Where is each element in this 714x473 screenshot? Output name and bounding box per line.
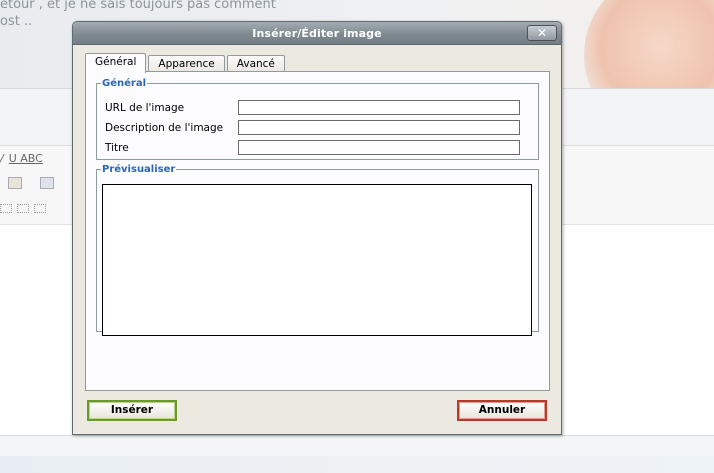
image-url-row: URL de l'image — [105, 100, 520, 115]
cancel-button[interactable]: Annuler — [457, 400, 547, 421]
preview-legend: Prévisualiser — [102, 164, 176, 175]
image-url-input[interactable] — [238, 100, 520, 115]
table-row-icon[interactable] — [0, 204, 12, 213]
close-icon: ✕ — [536, 26, 548, 40]
tab-general[interactable]: Général — [85, 53, 147, 73]
page-text-line: ost .. — [0, 14, 33, 29]
tab-panel-general: Général URL de l'image Description de l'… — [85, 71, 550, 391]
find-icon[interactable] — [40, 177, 54, 189]
preview-fieldset: Prévisualiser — [96, 164, 539, 336]
dialog-titlebar[interactable]: Insérer/Éditer image ✕ — [73, 22, 561, 45]
page-footer-background — [0, 435, 714, 473]
toolbar-italic-icon[interactable]: / — [0, 152, 4, 165]
insert-image-dialog: Insérer/Éditer image ✕ Général Apparence… — [72, 21, 562, 435]
table-merge-icon[interactable] — [34, 204, 46, 213]
dialog-tabs: Général Apparence Avancé — [85, 53, 285, 73]
table-col-icon[interactable] — [17, 204, 29, 213]
image-preview-area — [102, 184, 532, 336]
general-fieldset: Général URL de l'image Description de l'… — [96, 78, 539, 160]
paste-icon[interactable] — [8, 177, 22, 189]
image-description-label: Description de l'image — [105, 121, 224, 134]
image-title-row: Titre — [105, 140, 520, 155]
page-text-line: etour , et je ne sais toujours pas comme… — [0, 0, 276, 12]
image-url-label: URL de l'image — [105, 101, 185, 114]
insert-button[interactable]: Insérer — [87, 400, 177, 421]
dialog-title: Insérer/Éditer image — [252, 27, 382, 40]
image-title-input[interactable] — [238, 140, 520, 155]
image-description-row: Description de l'image — [105, 120, 520, 135]
image-description-input[interactable] — [238, 120, 520, 135]
image-title-label: Titre — [105, 141, 129, 154]
general-legend: Général — [102, 78, 146, 89]
toolbar-text: U ABC — [8, 152, 43, 165]
close-button[interactable]: ✕ — [527, 25, 557, 41]
